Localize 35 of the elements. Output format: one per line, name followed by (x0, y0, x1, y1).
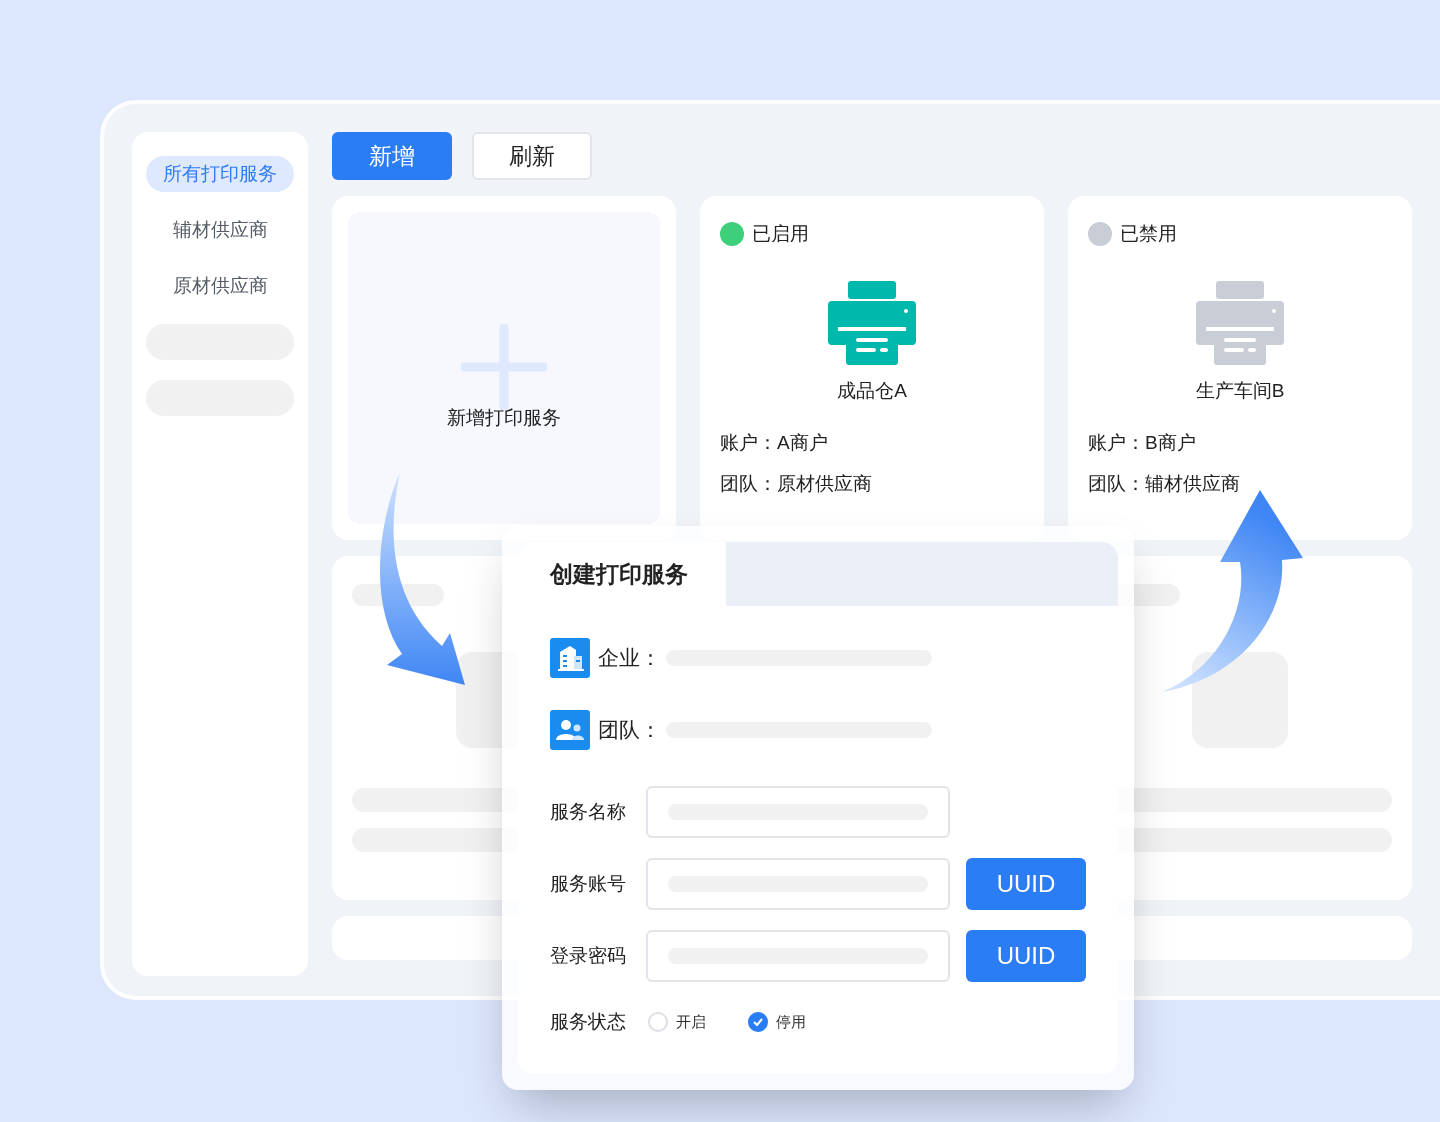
add-label: 新增打印服务 (447, 406, 561, 430)
radio-option[interactable]: 开启 (648, 1011, 748, 1034)
field-label: 服务名称 (550, 799, 627, 824)
field-label: 团队： (598, 717, 662, 744)
radio-button[interactable] (648, 1012, 668, 1033)
building-icon (550, 638, 590, 678)
add-card[interactable]: 新增打印服务 (332, 196, 676, 540)
check-icon (752, 1016, 764, 1029)
uuid-button[interactable]: UUID (966, 858, 1086, 910)
input-field[interactable] (646, 930, 950, 982)
toolbar-button[interactable]: 刷新 (472, 132, 592, 180)
field-label: 企业： (598, 645, 662, 672)
field-label: 服务账号 (550, 871, 627, 896)
service-card[interactable]: 已禁用 生产车间B 账户：B商户 团队：辅材供应商 (1068, 196, 1412, 540)
people-icon (550, 710, 590, 750)
printer-name: 生产车间B (1194, 378, 1286, 403)
input-field[interactable] (646, 858, 950, 910)
status-label: 已禁用 (1120, 222, 1177, 246)
sidebar-item[interactable]: 辅材供应商 (146, 212, 294, 248)
sidebar-item[interactable]: 原材供应商 (146, 268, 294, 304)
field-label: 服务状态 (550, 1010, 627, 1034)
team-text: 团队：辅材供应商 (1088, 471, 1241, 496)
printer-icon (1196, 280, 1284, 365)
printer-name: 成品仓A (836, 378, 908, 403)
printer-icon (828, 280, 916, 365)
input-field[interactable] (646, 786, 950, 838)
radio-button[interactable] (748, 1012, 768, 1033)
account-text: 账户：B商户 (1088, 431, 1197, 455)
field-label: 登录密码 (550, 943, 627, 968)
team-text: 团队：原材供应商 (720, 471, 873, 496)
toolbar-button[interactable]: 新增 (332, 132, 452, 180)
radio-option[interactable]: 停用 (748, 1011, 848, 1034)
status-label: 已启用 (752, 222, 809, 246)
uuid-button[interactable]: UUID (966, 930, 1086, 982)
account-text: 账户：A商户 (720, 431, 829, 455)
